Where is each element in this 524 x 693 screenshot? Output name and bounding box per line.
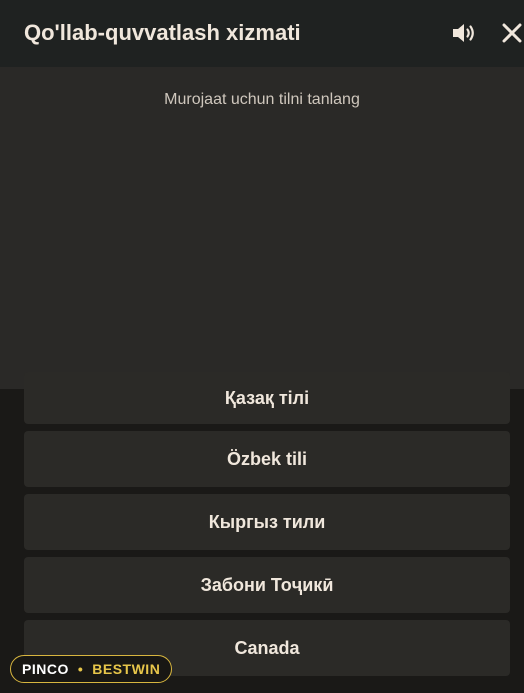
language-option-kyrgyz[interactable]: Кыргыз тили	[24, 494, 510, 550]
chat-panel: Murojaat uchun tilni tanlang	[0, 67, 524, 389]
language-option-kazakh[interactable]: Қазақ тілі	[24, 372, 510, 424]
widget-title: Qo'llab-quvvatlash xizmati	[24, 20, 301, 45]
brand-pinco: PINCO	[22, 661, 69, 677]
header: Qo'llab-quvvatlash xizmati	[0, 0, 524, 67]
language-option-tajik[interactable]: Забони Тоҷикӣ	[24, 557, 510, 613]
brand-badge: PINCO • BESTWIN	[10, 655, 173, 683]
language-options: Қазақ тілі Özbek tili Кыргыз тили Забони…	[0, 372, 524, 693]
sound-button[interactable]	[450, 19, 480, 47]
language-prompt: Murojaat uchun tilni tanlang	[164, 91, 360, 108]
close-button[interactable]	[498, 19, 524, 47]
brand-bestwin: BESTWIN	[92, 661, 161, 677]
close-icon	[502, 23, 522, 43]
brand-separator: •	[77, 661, 84, 677]
language-option-uzbek[interactable]: Özbek tili	[24, 431, 510, 487]
support-widget: Qo'llab-quvvatlash xizmati Murojaat uchu…	[0, 0, 524, 693]
speaker-volume-icon	[453, 24, 474, 42]
